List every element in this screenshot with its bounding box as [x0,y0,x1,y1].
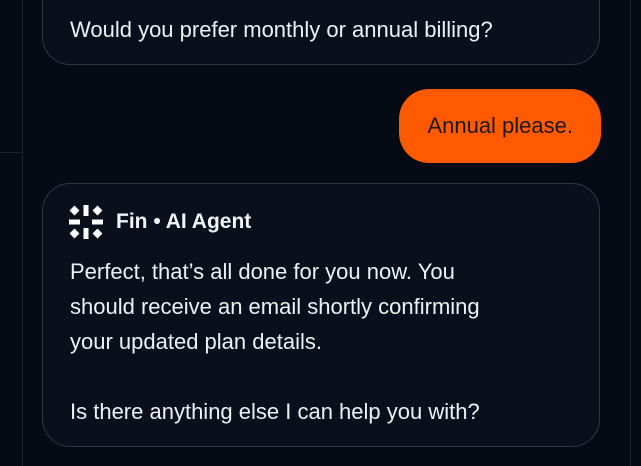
fin-logo-icon [69,205,103,239]
agent-message-line: Perfect, that’s all done for you now. Yo… [70,259,455,284]
user-message-bubble: Annual please. [399,89,601,163]
agent-message-text: Would you prefer monthly or annual billi… [70,17,493,42]
agent-followup-question: Is there anything else I can help you wi… [70,399,480,424]
agent-message-body: Perfect, that’s all done for you now. Yo… [70,254,580,429]
agent-message-previous: Would you prefer monthly or annual billi… [42,0,600,65]
agent-message-line: should receive an email shortly confirmi… [70,294,480,319]
agent-message-latest: Fin • AI Agent Perfect, that’s all done … [42,183,600,447]
left-divider [22,0,23,466]
agent-name: Fin • AI Agent [116,210,252,233]
agent-message-line: your updated plan details. [70,329,322,354]
agent-header: Fin • AI Agent [68,203,251,241]
left-divider-tick [0,152,22,153]
right-divider [630,0,631,466]
